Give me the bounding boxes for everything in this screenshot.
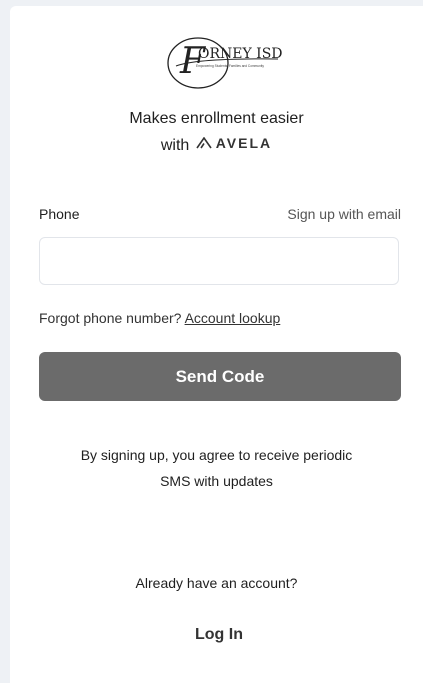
tagline-brand-line: with AVELA (10, 135, 423, 155)
forney-isd-logo: F ORNEY ISD Empowering Students, Familie… (158, 33, 308, 93)
send-code-button[interactable]: Send Code (39, 352, 401, 401)
sign-up-with-email-link[interactable]: Sign up with email (287, 206, 401, 222)
sms-terms-line2: SMS with updates (160, 473, 273, 489)
phone-input[interactable] (39, 237, 399, 285)
already-have-account-text: Already have an account? (135, 575, 298, 591)
avela-logo-icon (196, 137, 212, 149)
forgot-phone-text: Forgot phone number? (39, 310, 182, 326)
forgot-phone-row: Forgot phone number? Account lookup (39, 310, 280, 326)
tagline-with: with (160, 137, 190, 154)
account-lookup-link[interactable]: Account lookup (185, 310, 281, 326)
login-card: F ORNEY ISD Empowering Students, Familie… (10, 6, 423, 683)
phone-label: Phone (39, 206, 80, 222)
logo-text: ORNEY ISD (198, 46, 283, 62)
avela-brand-text: AVELA (215, 135, 273, 151)
sms-terms-line1: By signing up, you agree to receive peri… (80, 447, 353, 463)
log-in-link[interactable]: Log In (189, 626, 249, 644)
avela-brand: AVELA (196, 135, 272, 151)
logo-subtext: Empowering Students, Families and Commun… (196, 64, 264, 68)
tagline: Makes enrollment easier (129, 110, 304, 127)
